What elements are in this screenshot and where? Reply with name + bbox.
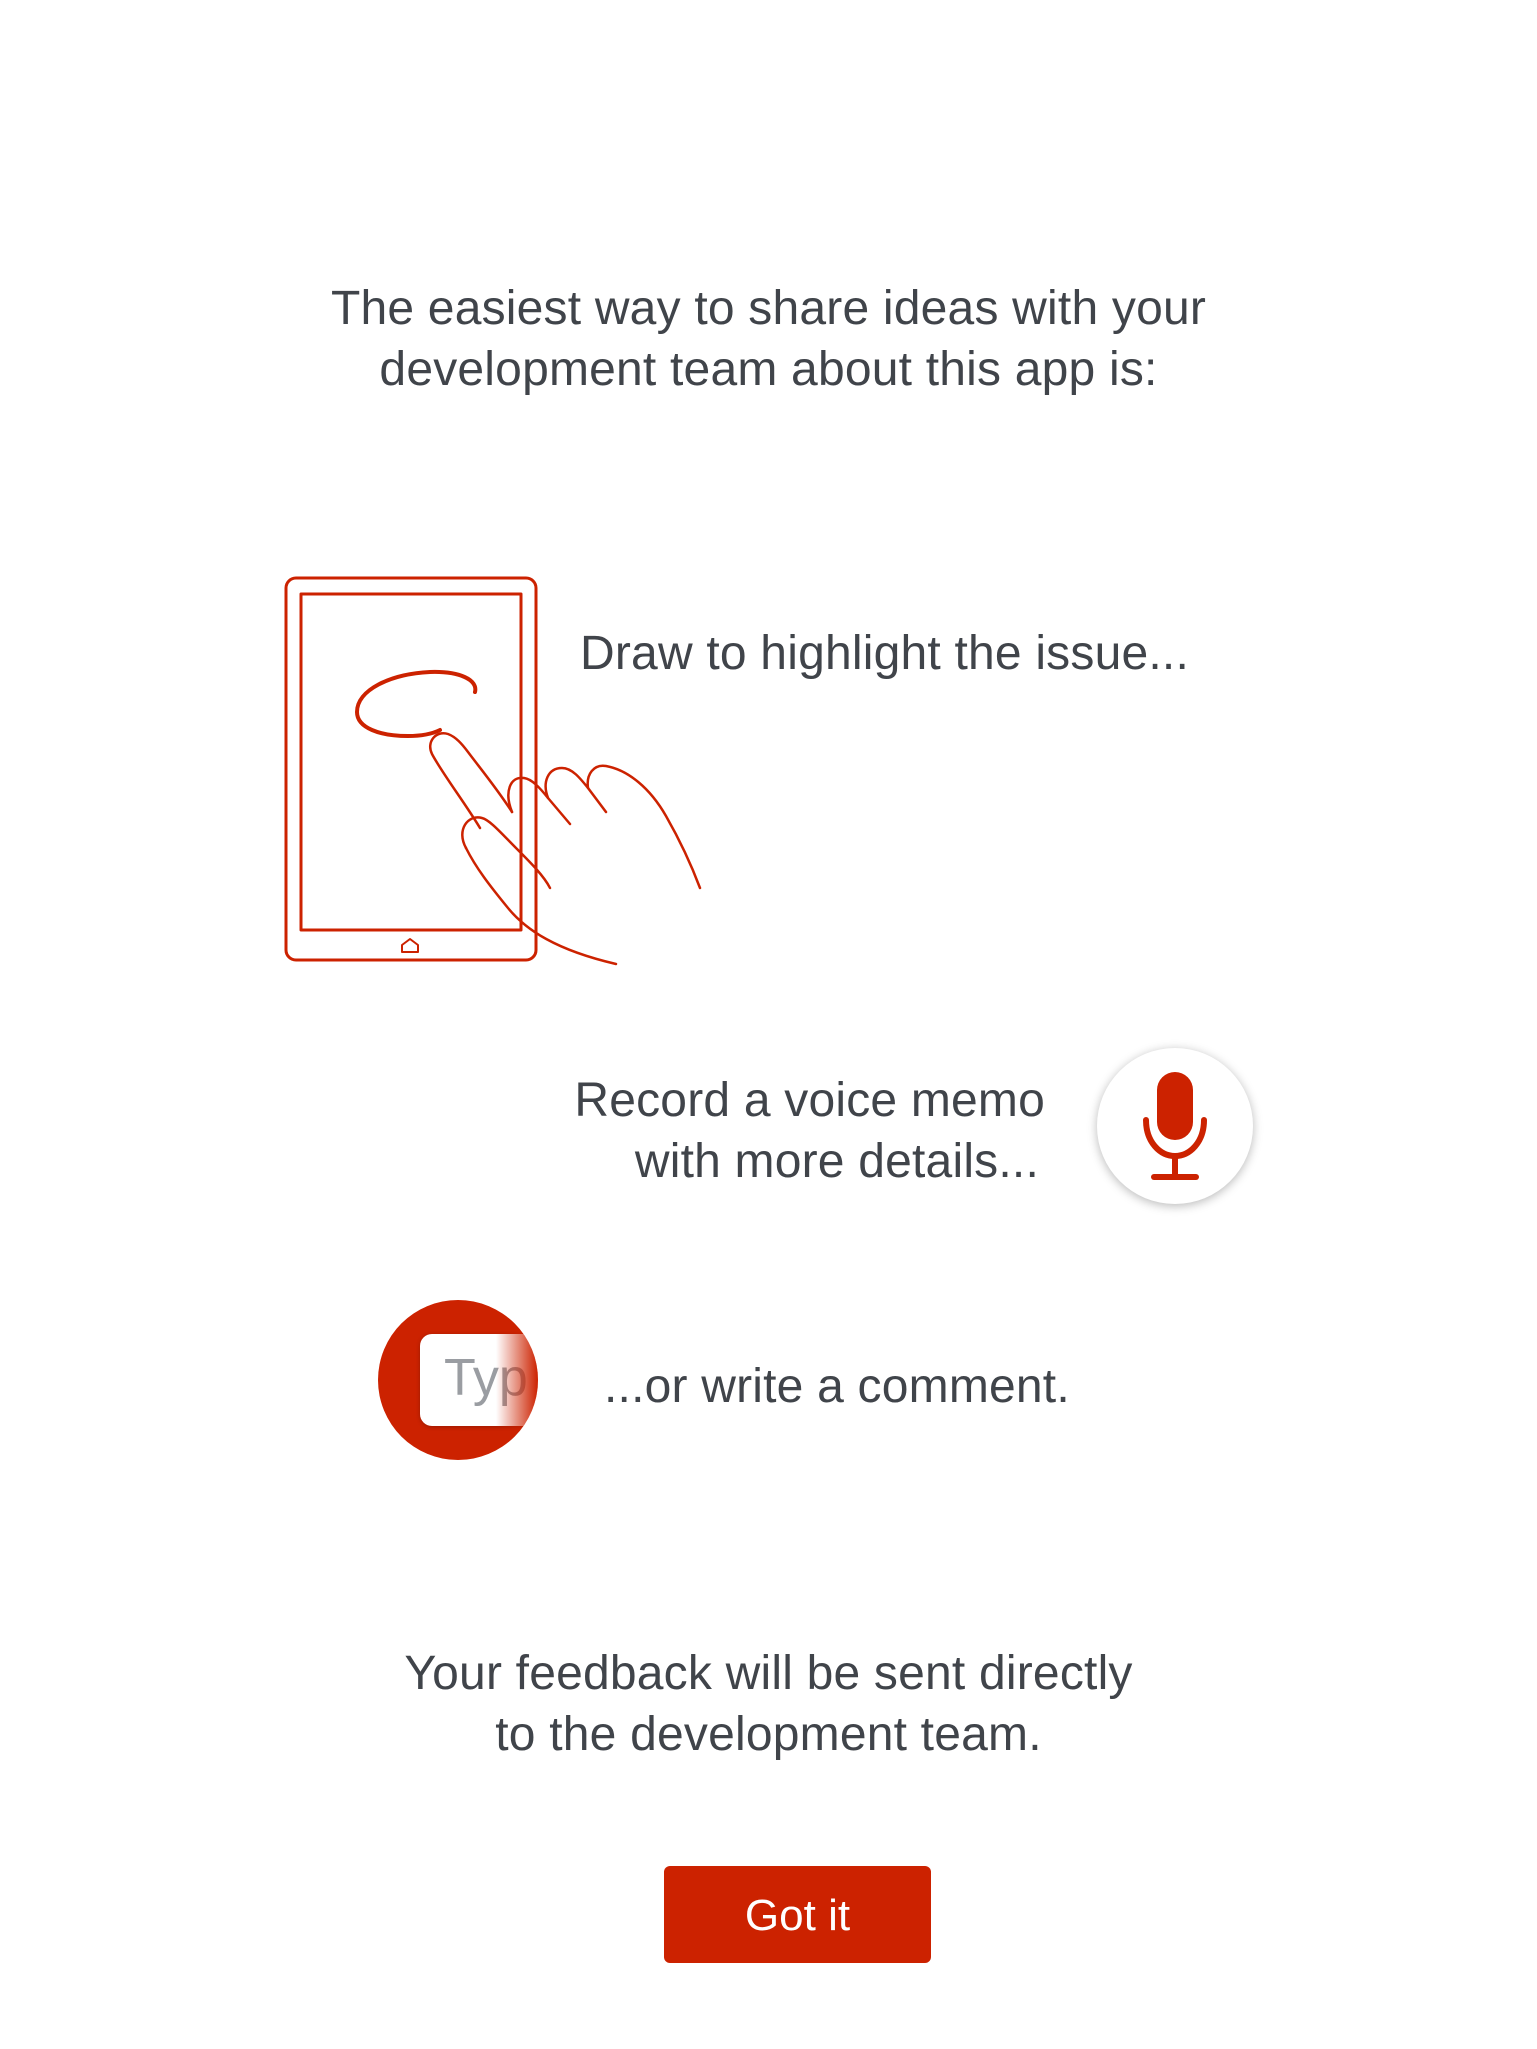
microphone-button <box>1097 1048 1253 1204</box>
draw-instruction: Draw to highlight the issue... <box>580 627 1189 680</box>
footer-line-2: to the development team. <box>495 1708 1042 1761</box>
intro-line-2: development team about this app is: <box>379 343 1158 396</box>
voice-line-2: with more details... <box>634 1135 1039 1188</box>
intro-title: The easiest way to share ideas with your… <box>0 278 1537 400</box>
text-field-icon: Typ <box>378 1300 538 1460</box>
microphone-icon <box>1143 1072 1207 1180</box>
fade-overlay <box>478 1300 538 1460</box>
feedback-onboarding-screen: The easiest way to share ideas with your… <box>0 0 1537 2049</box>
footer-line-1: Your feedback will be sent directly <box>404 1647 1133 1700</box>
got-it-button[interactable]: Got it <box>664 1866 931 1963</box>
comment-instruction: ...or write a comment. <box>604 1360 1070 1413</box>
voice-instruction: Record a voice memo with more details... <box>500 1070 1045 1192</box>
intro-line-1: The easiest way to share ideas with your <box>330 282 1207 335</box>
voice-line-1: Record a voice memo <box>574 1074 1045 1127</box>
footer-note: Your feedback will be sent directly to t… <box>0 1643 1537 1765</box>
